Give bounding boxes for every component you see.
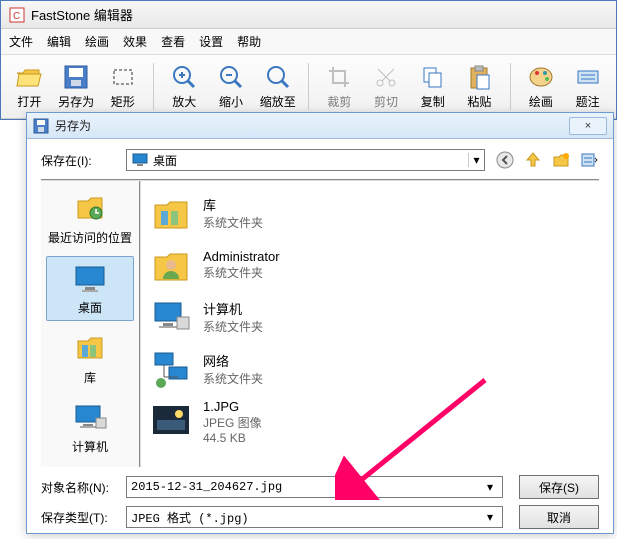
menu-edit[interactable]: 编辑 <box>47 33 71 50</box>
zoomto-button[interactable]: 缩放至 <box>257 61 298 112</box>
network-icon <box>149 347 193 391</box>
folder-open-icon <box>15 63 43 91</box>
filetype-label: 保存类型(T): <box>41 509 126 526</box>
save-in-row: 保存在(I): 桌面 ▾ <box>41 149 599 171</box>
app-logo-icon: C <box>9 7 25 23</box>
image-thumbnail-icon <box>149 400 193 444</box>
copy-icon <box>419 63 447 91</box>
location-combo[interactable]: 桌面 ▾ <box>126 149 485 171</box>
menu-effects[interactable]: 效果 <box>123 33 147 50</box>
scissors-icon <box>372 63 400 91</box>
annotate-button[interactable]: 题注 <box>567 61 608 112</box>
open-button[interactable]: 打开 <box>9 61 50 112</box>
save-icon <box>33 118 49 134</box>
save-in-label: 保存在(I): <box>41 152 126 169</box>
libraries-icon <box>149 191 193 235</box>
main-area: 最近访问的位置 桌面 库 计算机 网络 <box>41 179 599 467</box>
sidebar-item-computer[interactable]: 计算机 <box>46 396 134 459</box>
location-text: 桌面 <box>153 152 468 169</box>
toolbar-separator <box>153 63 154 110</box>
menubar: 文件 编辑 绘画 效果 查看 设置 帮助 <box>1 29 616 55</box>
zoomin-button[interactable]: 放大 <box>164 61 205 112</box>
nav-icons <box>495 150 599 170</box>
annotate-icon <box>574 63 602 91</box>
app-title: FastStone 编辑器 <box>31 5 133 24</box>
file-item-user[interactable]: Administrator系统文件夹 <box>147 239 593 291</box>
new-folder-button[interactable] <box>551 150 571 170</box>
toolbar-separator <box>510 63 511 110</box>
save-dialog: 另存为 × 保存在(I): 桌面 ▾ 最近访问的位置 <box>26 112 614 534</box>
recent-places-icon <box>70 191 110 227</box>
cut-button[interactable]: 剪切 <box>366 61 407 112</box>
paste-button[interactable]: 粘贴 <box>459 61 500 112</box>
computer-icon <box>70 400 110 436</box>
file-item-computer[interactable]: 计算机系统文件夹 <box>147 291 593 343</box>
draw-button[interactable]: 绘画 <box>521 61 562 112</box>
copy-button[interactable]: 复制 <box>412 61 453 112</box>
file-list[interactable]: 库系统文件夹 Administrator系统文件夹 计算机系统文件夹 网络系统文… <box>141 181 599 467</box>
filename-row: 对象名称(N): 2015-12-31_204627.jpg ▾ 保存(S) <box>41 475 599 499</box>
close-button[interactable]: × <box>569 117 607 135</box>
computer-icon <box>149 295 193 339</box>
saveas-button[interactable]: 另存为 <box>56 61 97 112</box>
filetype-combo[interactable]: JPEG 格式 (*.jpg) ▾ <box>126 506 503 528</box>
filename-input[interactable]: 2015-12-31_204627.jpg ▾ <box>126 476 503 498</box>
file-item-image[interactable]: 1.JPGJPEG 图像44.5 KB <box>147 395 593 449</box>
palette-icon <box>527 63 555 91</box>
menu-file[interactable]: 文件 <box>9 33 33 50</box>
sidebar-item-recent[interactable]: 最近访问的位置 <box>46 187 134 250</box>
desktop-icon <box>70 261 110 297</box>
svg-text:C: C <box>13 11 20 22</box>
sidebar-item-libraries[interactable]: 库 <box>46 327 134 390</box>
zoom-to-icon <box>264 63 292 91</box>
desktop-icon <box>131 151 149 169</box>
rect-button[interactable]: 矩形 <box>102 61 143 112</box>
sidebar-item-network[interactable]: 网络 <box>46 465 134 467</box>
rect-select-icon <box>109 63 137 91</box>
toolbar: 打开 另存为 矩形 放大 缩小 缩放至 裁剪 剪切 <box>1 55 616 119</box>
menu-settings[interactable]: 设置 <box>199 33 223 50</box>
crop-button[interactable]: 裁剪 <box>319 61 360 112</box>
filetype-row: 保存类型(T): JPEG 格式 (*.jpg) ▾ 取消 <box>41 505 599 529</box>
zoomout-button[interactable]: 缩小 <box>211 61 252 112</box>
dropdown-arrow-icon[interactable]: ▾ <box>482 510 498 525</box>
dialog-body: 保存在(I): 桌面 ▾ 最近访问的位置 桌面 <box>27 139 613 539</box>
filename-value: 2015-12-31_204627.jpg <box>131 480 482 494</box>
save-button[interactable]: 保存(S) <box>519 475 599 499</box>
cancel-button[interactable]: 取消 <box>519 505 599 529</box>
paste-icon <box>465 63 493 91</box>
back-button[interactable] <box>495 150 515 170</box>
dropdown-arrow-icon[interactable]: ▾ <box>468 153 484 167</box>
dialog-titlebar: 另存为 × <box>27 113 613 139</box>
toolbar-separator <box>308 63 309 110</box>
dialog-title: 另存为 <box>55 117 569 134</box>
view-menu-button[interactable] <box>579 150 599 170</box>
file-item-network[interactable]: 网络系统文件夹 <box>147 343 593 395</box>
zoom-in-icon <box>170 63 198 91</box>
main-window: C FastStone 编辑器 文件 编辑 绘画 效果 查看 设置 帮助 打开 … <box>0 0 617 120</box>
libraries-icon <box>70 331 110 367</box>
dropdown-arrow-icon[interactable]: ▾ <box>482 480 498 495</box>
sidebar: 最近访问的位置 桌面 库 计算机 网络 <box>41 181 141 467</box>
user-folder-icon <box>149 243 193 287</box>
titlebar: C FastStone 编辑器 <box>1 1 616 29</box>
save-icon <box>62 63 90 91</box>
sidebar-item-desktop[interactable]: 桌面 <box>46 256 134 321</box>
menu-view[interactable]: 查看 <box>161 33 185 50</box>
menu-help[interactable]: 帮助 <box>237 33 261 50</box>
file-item-libraries[interactable]: 库系统文件夹 <box>147 187 593 239</box>
up-button[interactable] <box>523 150 543 170</box>
filename-label: 对象名称(N): <box>41 479 126 496</box>
menu-draw[interactable]: 绘画 <box>85 33 109 50</box>
filetype-value: JPEG 格式 (*.jpg) <box>131 509 482 526</box>
crop-icon <box>325 63 353 91</box>
zoom-out-icon <box>217 63 245 91</box>
